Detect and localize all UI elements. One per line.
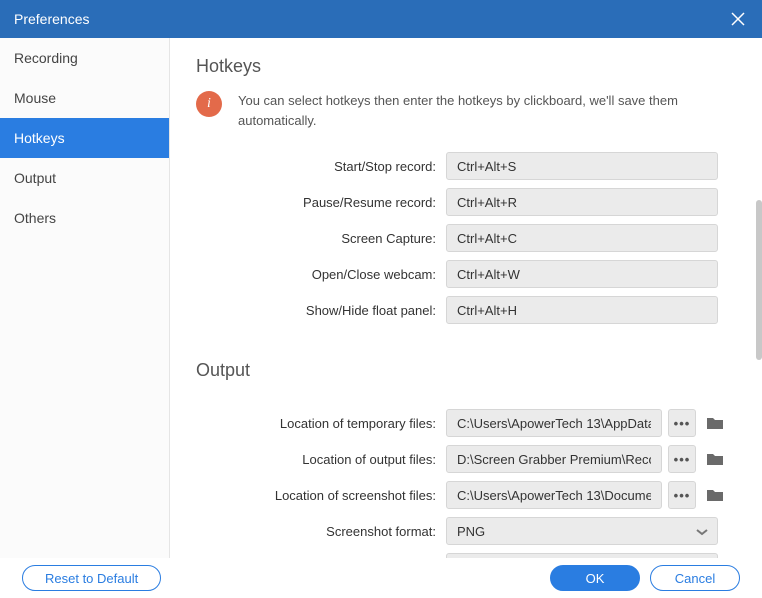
content-pane: Hotkeys i You can select hotkeys then en… bbox=[170, 38, 762, 558]
sidebar-item-label: Hotkeys bbox=[14, 130, 65, 146]
chevron-down-icon bbox=[695, 524, 709, 539]
browse-button[interactable]: ••• bbox=[668, 409, 696, 437]
sidebar-item-label: Output bbox=[14, 170, 56, 186]
footer: Reset to Default OK Cancel bbox=[0, 558, 762, 598]
hotkey-row-float-panel: Show/Hide float panel: bbox=[196, 296, 736, 324]
hotkey-input-start-stop[interactable] bbox=[446, 152, 718, 180]
close-icon bbox=[731, 12, 745, 26]
browse-button[interactable]: ••• bbox=[668, 481, 696, 509]
button-label: OK bbox=[586, 571, 605, 586]
info-text: You can select hotkeys then enter the ho… bbox=[238, 91, 736, 130]
browse-button[interactable]: ••• bbox=[668, 445, 696, 473]
screenshot-path-input[interactable] bbox=[446, 481, 662, 509]
sidebar-item-label: Others bbox=[14, 210, 56, 226]
sidebar-item-label: Mouse bbox=[14, 90, 56, 106]
hotkey-row-pause-resume: Pause/Resume record: bbox=[196, 188, 736, 216]
button-label: Reset to Default bbox=[45, 571, 138, 586]
ok-button[interactable]: OK bbox=[550, 565, 640, 591]
select-value: PNG bbox=[457, 524, 485, 539]
field-label: Screenshot format: bbox=[196, 524, 446, 539]
sidebar-item-label: Recording bbox=[14, 50, 78, 66]
sidebar-item-mouse[interactable]: Mouse bbox=[0, 78, 169, 118]
sidebar: Recording Mouse Hotkeys Output Others bbox=[0, 38, 170, 558]
open-folder-button[interactable] bbox=[704, 484, 726, 506]
output-path-input[interactable] bbox=[446, 445, 662, 473]
hotkey-input-webcam[interactable] bbox=[446, 260, 718, 288]
hotkey-input-screen-capture[interactable] bbox=[446, 224, 718, 252]
info-icon: i bbox=[196, 91, 222, 117]
field-label: Screen Capture: bbox=[196, 231, 446, 246]
folder-icon bbox=[706, 452, 724, 466]
hotkey-row-screen-capture: Screen Capture: bbox=[196, 224, 736, 252]
sidebar-item-hotkeys[interactable]: Hotkeys bbox=[0, 118, 169, 158]
hotkey-row-webcam: Open/Close webcam: bbox=[196, 260, 736, 288]
button-label: Cancel bbox=[675, 571, 715, 586]
field-label: Location of temporary files: bbox=[196, 416, 446, 431]
temp-path-input[interactable] bbox=[446, 409, 662, 437]
field-label: Pause/Resume record: bbox=[196, 195, 446, 210]
sidebar-item-output[interactable]: Output bbox=[0, 158, 169, 198]
cancel-button[interactable]: Cancel bbox=[650, 565, 740, 591]
screenshot-format-select[interactable]: PNG bbox=[446, 517, 718, 545]
folder-icon bbox=[706, 488, 724, 502]
open-folder-button[interactable] bbox=[704, 412, 726, 434]
field-label: Show/Hide float panel: bbox=[196, 303, 446, 318]
window-title: Preferences bbox=[14, 11, 89, 27]
sidebar-item-others[interactable]: Others bbox=[0, 198, 169, 238]
titlebar: Preferences bbox=[0, 0, 762, 38]
output-row-screenshot-path: Location of screenshot files: ••• bbox=[196, 481, 736, 509]
section-title-hotkeys: Hotkeys bbox=[196, 56, 736, 77]
output-row-output-path: Location of output files: ••• bbox=[196, 445, 736, 473]
field-label: Location of output files: bbox=[196, 452, 446, 467]
section-title-output: Output bbox=[196, 360, 736, 381]
hotkey-input-pause-resume[interactable] bbox=[446, 188, 718, 216]
output-row-screenshot-format: Screenshot format: PNG bbox=[196, 517, 736, 545]
folder-icon bbox=[706, 416, 724, 430]
scrollbar-thumb[interactable] bbox=[756, 200, 762, 360]
hotkey-row-start-stop: Start/Stop record: bbox=[196, 152, 736, 180]
hotkey-input-float-panel[interactable] bbox=[446, 296, 718, 324]
field-label: Start/Stop record: bbox=[196, 159, 446, 174]
open-folder-button[interactable] bbox=[704, 448, 726, 470]
sidebar-item-recording[interactable]: Recording bbox=[0, 38, 169, 78]
field-label: Open/Close webcam: bbox=[196, 267, 446, 282]
close-button[interactable] bbox=[728, 9, 748, 29]
info-row: i You can select hotkeys then enter the … bbox=[196, 91, 736, 130]
reset-button[interactable]: Reset to Default bbox=[22, 565, 161, 591]
output-row-temp-path: Location of temporary files: ••• bbox=[196, 409, 736, 437]
field-label: Location of screenshot files: bbox=[196, 488, 446, 503]
